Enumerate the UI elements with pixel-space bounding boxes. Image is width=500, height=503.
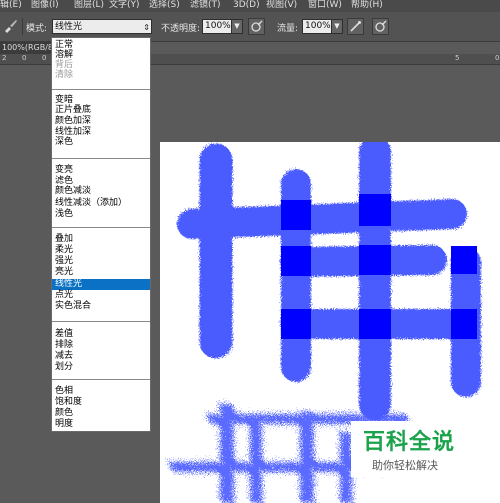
- flow-dropdown-icon[interactable]: ▼: [331, 19, 343, 34]
- blend-option-behind: 背后: [55, 60, 74, 70]
- watermark-subtitle: 助你轻松解决: [372, 459, 438, 472]
- brush-tool-icon[interactable]: [2, 18, 18, 34]
- blend-option-darker-color[interactable]: 深色: [52, 137, 150, 147]
- menu-view[interactable]: 视图(V): [266, 0, 297, 10]
- blend-option-color[interactable]: 颜色: [52, 408, 150, 418]
- flow-value: 100%: [305, 21, 331, 31]
- blend-mode-menu: 正常 溶解 背后 清除 变暗 正片叠底 颜色加深 线性加深 深色 变亮 滤色 颜…: [51, 37, 151, 432]
- opacity-value: 100%: [205, 21, 231, 31]
- blend-option-color-burn[interactable]: 颜色加深: [52, 116, 150, 126]
- blend-option-darken[interactable]: 变暗: [52, 95, 150, 105]
- menu-3d[interactable]: 3D(D): [233, 0, 260, 10]
- menu-type[interactable]: 文字(Y): [109, 0, 140, 10]
- ruler-tick-label: 0: [42, 54, 47, 62]
- blend-option-clear: 清除: [55, 70, 74, 80]
- menu-divider: [52, 379, 150, 380]
- ruler-tick-label: 0: [22, 54, 27, 62]
- flow-input[interactable]: 100%: [302, 19, 332, 34]
- menu-layer[interactable]: 图层(L): [74, 0, 104, 10]
- blend-option-linear-dodge[interactable]: 线性减淡（添加）: [52, 198, 150, 208]
- opacity-dropdown-icon[interactable]: ▼: [231, 19, 243, 34]
- blend-option-luminosity[interactable]: 明度: [52, 419, 150, 429]
- blend-option-linear-burn[interactable]: 线性加深: [52, 127, 150, 137]
- menu-image[interactable]: 图像(I): [31, 0, 59, 10]
- menu-select[interactable]: 选择(S): [149, 0, 180, 10]
- menu-filter[interactable]: 滤镜(T): [190, 0, 221, 10]
- document-tab[interactable]: 100%(RGB/8: [0, 42, 52, 54]
- blend-option-lighten[interactable]: 变亮: [52, 165, 150, 175]
- blend-option-pin-light[interactable]: 点光: [52, 290, 150, 300]
- menu-bar: 辑(E) 图像(I) 图层(L) 文字(Y) 选择(S) 滤镜(T) 3D(D)…: [0, 0, 500, 12]
- blend-option-soft-light[interactable]: 柔光: [52, 245, 150, 255]
- blend-mode-value: 线性光: [55, 22, 83, 32]
- select-arrows-icon: ⇕: [143, 23, 150, 32]
- blend-option-subtract[interactable]: 减去: [52, 351, 150, 361]
- blend-option-linear-light[interactable]: 线性光: [52, 279, 150, 290]
- blend-option-difference[interactable]: 差值: [52, 329, 150, 339]
- pressure-opacity-icon[interactable]: [248, 18, 265, 35]
- watermark: 百科全说 助你轻松解决: [351, 421, 463, 477]
- blend-option-hue[interactable]: 色相: [52, 386, 150, 396]
- blend-mode-select[interactable]: 线性光 ⇕: [52, 19, 152, 34]
- blend-option-hard-light[interactable]: 强光: [52, 256, 150, 266]
- flow-label: 流量:: [277, 24, 299, 34]
- blend-option-divide[interactable]: 划分: [52, 362, 150, 372]
- blend-option-overlay[interactable]: 叠加: [52, 234, 150, 244]
- menu-edit[interactable]: 辑(E): [0, 0, 22, 10]
- blend-option-dissolve[interactable]: 溶解: [52, 50, 150, 60]
- blend-option-multiply[interactable]: 正片叠底: [52, 105, 150, 115]
- blend-option-hard-mix[interactable]: 实色混合: [52, 301, 150, 311]
- stroke-group: [177, 142, 481, 420]
- menu-divider: [52, 89, 150, 90]
- mode-label: 模式:: [26, 24, 48, 34]
- opacity-input[interactable]: 100%: [202, 19, 232, 34]
- ruler-tick-label: 0: [495, 54, 500, 62]
- options-divider: [22, 18, 23, 35]
- menu-window[interactable]: 窗口(W): [308, 0, 342, 10]
- menu-help[interactable]: 帮助(H): [351, 0, 383, 10]
- blend-option-lighter-color[interactable]: 浅色: [52, 209, 150, 219]
- blend-option-normal[interactable]: 正常: [52, 40, 150, 50]
- airbrush-icon[interactable]: [347, 18, 364, 35]
- pressure-size-icon[interactable]: [372, 18, 389, 35]
- menu-divider: [52, 227, 150, 228]
- blend-option-exclusion[interactable]: 排除: [52, 340, 150, 350]
- menu-divider: [52, 158, 150, 159]
- blend-option-saturation[interactable]: 饱和度: [52, 397, 150, 407]
- blend-option-color-dodge[interactable]: 颜色减淡: [52, 186, 150, 196]
- menu-divider: [52, 321, 150, 322]
- ruler-tick-label: 2: [2, 54, 7, 62]
- blend-option-vivid-light[interactable]: 亮光: [52, 267, 150, 277]
- ruler-tick-label: 5: [455, 54, 460, 62]
- opacity-label: 不透明度:: [161, 24, 201, 34]
- watermark-title: 百科全说: [363, 430, 456, 455]
- blend-option-screen[interactable]: 滤色: [52, 176, 150, 186]
